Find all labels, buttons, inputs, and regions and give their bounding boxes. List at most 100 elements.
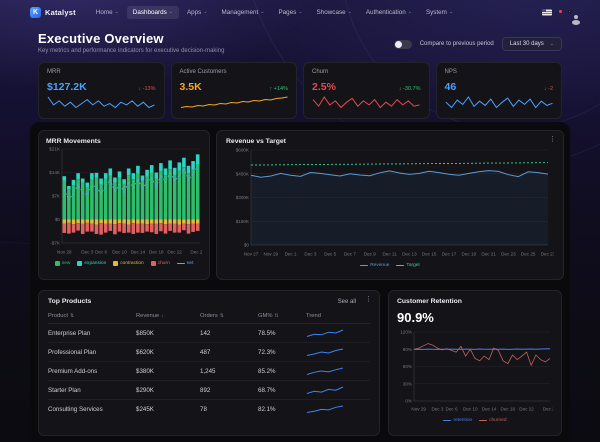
svg-text:90%: 90%: [403, 347, 412, 352]
svg-text:Dec 6: Dec 6: [446, 407, 458, 412]
revenue-legend: Revenue Target: [226, 263, 554, 268]
svg-text:$0: $0: [244, 243, 250, 248]
page-subtitle: Key metrics and performance indicators f…: [38, 48, 225, 54]
nav-item-home[interactable]: Home ⌄: [90, 6, 125, 19]
svg-text:Dec 18: Dec 18: [149, 250, 164, 255]
see-all-link[interactable]: See all: [338, 299, 356, 305]
svg-text:Dec 27: Dec 27: [541, 252, 554, 257]
svg-text:Dec 6: Dec 6: [95, 250, 107, 255]
kpi-value: 46: [444, 81, 457, 93]
svg-text:Dec 3: Dec 3: [81, 250, 93, 255]
kpi-card-active-customers: Active Customers 3.5K ↑ +14%: [170, 62, 297, 119]
top-navbar: K Katalyst Home ⌄ Dashboards ⌄ Apps ⌄ Manag…: [0, 0, 600, 24]
table-row[interactable]: Professional Plan $620K 487 72.3%: [48, 343, 370, 362]
nav-item-apps[interactable]: Apps ⌄: [181, 6, 214, 19]
column-header-trend: Trend: [306, 313, 321, 319]
svg-text:Nov 28: Nov 28: [57, 250, 72, 255]
table-row[interactable]: Premium Add-ons $380K 1,245 85.2%: [48, 362, 370, 381]
nav-item-management[interactable]: Management ⌄: [216, 6, 271, 19]
legend-item-expansion[interactable]: expansion: [77, 261, 106, 266]
svg-text:0%: 0%: [405, 399, 412, 404]
nav-item-pages[interactable]: Pages ⌄: [272, 6, 308, 19]
legend-line-swatch: [176, 262, 185, 265]
sort-icon: ↓: [161, 313, 164, 319]
column-header-gm[interactable]: GM% ⇅: [258, 313, 306, 319]
compare-toggle[interactable]: [393, 39, 412, 49]
legend-swatch: [150, 261, 156, 266]
mrr-movements-card: MRR Movements $21K $14K $7K $0 -$7K Nov 28 Dec…: [38, 130, 210, 280]
svg-text:Dec 15: Dec 15: [422, 252, 437, 257]
table-row[interactable]: Enterprise Plan $850K 142 78.5%: [48, 324, 370, 343]
brand-logo[interactable]: K Katalyst: [30, 6, 76, 18]
svg-text:Dec 27: Dec 27: [543, 407, 553, 412]
nav-item-dashboards[interactable]: Dashboards ⌄: [126, 5, 179, 19]
svg-text:Dec 14: Dec 14: [482, 407, 497, 412]
legend-item-new[interactable]: new: [54, 261, 70, 266]
svg-text:120%: 120%: [400, 330, 412, 335]
trend-sparkline: [306, 386, 344, 395]
svg-text:$7K: $7K: [52, 194, 61, 199]
legend-item-target[interactable]: Target: [396, 263, 420, 268]
legend-item-churn[interactable]: churn: [150, 261, 170, 266]
svg-text:Dec 22: Dec 22: [519, 407, 534, 412]
cell-orders: 487: [200, 348, 211, 356]
trend-sparkline: [306, 348, 344, 357]
cell-gm: 82.1%: [258, 405, 276, 413]
nav-item-authentication[interactable]: Authentication ⌄: [360, 6, 418, 19]
svg-text:Dec 3: Dec 3: [304, 252, 316, 257]
kpi-card-churn: Churn 2.5% ↓ -30.7%: [303, 62, 430, 119]
legend-item-net[interactable]: net: [176, 261, 193, 266]
svg-text:Dec 17: Dec 17: [442, 252, 457, 257]
svg-text:Dec 22: Dec 22: [167, 250, 182, 255]
chevron-down-icon: ⌄: [298, 8, 303, 15]
svg-text:Nov 27: Nov 27: [244, 252, 259, 257]
kpi-delta: ↓ -2: [543, 86, 553, 92]
chevron-down-icon: ⌄: [347, 8, 352, 15]
date-range-select[interactable]: Last 30 days ⌄: [501, 37, 562, 51]
retention-headline: 90.9%: [397, 310, 434, 325]
table-row[interactable]: Starter Plan $290K 892 68.7%: [48, 381, 370, 400]
cell-gm: 72.3%: [258, 348, 276, 356]
legend-item-contraction[interactable]: contraction: [113, 261, 144, 266]
column-header-product[interactable]: Product ⇅: [48, 313, 136, 319]
kebab-menu-icon[interactable]: ⋮: [365, 296, 372, 303]
cell-orders: 892: [200, 386, 211, 394]
nav-item-system[interactable]: System ⌄: [420, 6, 459, 19]
nav-item-showcase[interactable]: Showcase ⌄: [311, 6, 358, 19]
svg-text:$21K: $21K: [49, 147, 61, 152]
svg-text:Dec 3: Dec 3: [431, 407, 443, 412]
legend-line-swatch: [396, 264, 405, 267]
svg-text:$0: $0: [55, 217, 61, 222]
cell-gm: 85.2%: [258, 367, 276, 375]
column-header-orders[interactable]: Orders ⇅: [200, 313, 258, 319]
revenue-vs-target-card: Revenue vs Target ⋮ $600K $450K $300K $150K…: [216, 130, 564, 280]
page-title: Executive Overview: [38, 31, 164, 46]
logo-icon: K: [30, 6, 41, 18]
legend-swatch: [113, 261, 119, 266]
chart-title: Customer Retention: [397, 298, 462, 305]
retention-legend: retention churned: [397, 418, 553, 423]
svg-text:Dec 5: Dec 5: [324, 252, 336, 257]
cell-orders: 1,245: [200, 367, 216, 375]
legend-item-revenue[interactable]: Revenue: [360, 263, 389, 268]
chart-title: MRR Movements: [46, 138, 101, 145]
kebab-menu-icon[interactable]: ⋮: [549, 136, 556, 143]
svg-text:Dec 11: Dec 11: [382, 252, 397, 257]
customer-retention-chart: 120% 90% 60% 30% 0% Nov 29 Dec 3 Dec 6 Dec 10 Dec…: [397, 328, 557, 417]
column-header-revenue[interactable]: Revenue ↓: [136, 313, 200, 319]
svg-text:Dec 1: Dec 1: [285, 252, 297, 257]
trend-sparkline: [306, 329, 344, 338]
legend-item-churned[interactable]: churned: [479, 418, 507, 423]
chevron-down-icon: ⌄: [203, 8, 208, 15]
cell-gm: 68.7%: [258, 386, 276, 394]
table-row[interactable]: Consulting Services $245K 78 82.1%: [48, 400, 370, 418]
trend-sparkline: [306, 405, 344, 414]
language-flag-icon[interactable]: [542, 8, 552, 16]
cell-product: Enterprise Plan: [48, 329, 91, 337]
sort-icon: ⇅: [219, 313, 224, 319]
cell-revenue: $290K: [136, 386, 154, 394]
kpi-sparkline: [47, 96, 156, 109]
brand-name: Katalyst: [45, 7, 76, 17]
kpi-value: $127.2K: [47, 81, 87, 93]
legend-item-retention[interactable]: retention: [443, 418, 472, 423]
